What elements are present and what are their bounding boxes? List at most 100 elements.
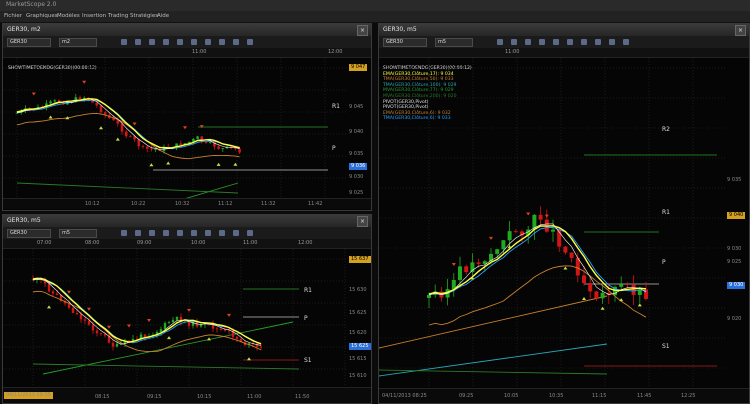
crosshair-icon[interactable] <box>539 39 545 45</box>
candle-body <box>167 322 171 323</box>
menu-fichier[interactable]: Fichier <box>4 13 22 19</box>
menu-strategies[interactable]: Stratégies <box>130 13 158 19</box>
candle-body <box>563 246 568 253</box>
zoom-out-icon[interactable] <box>135 39 141 45</box>
time-label: 12:00 <box>328 49 343 55</box>
indicator-icon[interactable] <box>233 230 239 236</box>
menu-insertion[interactable]: Insertion <box>82 13 106 19</box>
text-icon[interactable] <box>219 39 225 45</box>
candle-body <box>458 266 462 280</box>
fib-icon[interactable] <box>205 230 211 236</box>
s1-label: S1 <box>662 343 670 350</box>
timeframe-select[interactable]: m2 <box>59 38 97 47</box>
up-arrow-icon <box>167 336 171 340</box>
chart-window-ger30-m5-left[interactable]: GER30, m5 × GER30 m5 07:00 08:00 09:00 1… <box>2 214 372 404</box>
candle-body <box>208 141 212 143</box>
symbol-select[interactable]: GER30 <box>383 38 427 47</box>
date-badge: 04/11/2013 09:35 <box>4 392 53 399</box>
chart-window-ger30-m2[interactable]: GER30, m2 × GER30 m2 11:00 12:00 SHOWTIM… <box>2 23 372 211</box>
candle-body <box>507 231 512 241</box>
mva-200-line <box>379 369 608 375</box>
zoom-in-icon[interactable] <box>121 230 127 236</box>
fib-icon[interactable] <box>581 39 587 45</box>
zoom-in-icon[interactable] <box>121 39 127 45</box>
trend-line <box>379 295 608 349</box>
down-arrow-icon <box>132 122 137 126</box>
close-icon[interactable]: × <box>735 25 746 36</box>
down-arrow-icon <box>127 324 131 328</box>
candle-body <box>495 249 500 254</box>
cursor-icon[interactable] <box>149 39 155 45</box>
s1-label: S1 <box>304 357 312 364</box>
settings-icon[interactable] <box>247 39 253 45</box>
menu-modeles[interactable]: Modèles <box>57 13 80 19</box>
r1-label: R1 <box>304 287 312 294</box>
candle-body <box>120 123 124 132</box>
menu-trading[interactable]: Trading <box>108 13 128 19</box>
symbol-select[interactable]: GER30 <box>7 38 51 47</box>
chart-window-ger30-m5-right[interactable]: GER30, m5 × GER30 m5 11:00 SHOWTIMETOEND… <box>378 23 750 404</box>
mva-200-line <box>32 363 300 370</box>
x-tick-label: 11:42 <box>308 201 323 207</box>
indicator-icon[interactable] <box>609 39 615 45</box>
price-chart[interactable] <box>3 249 371 385</box>
close-icon[interactable]: × <box>357 25 368 36</box>
settings-icon[interactable] <box>247 230 253 236</box>
up-arrow-icon <box>149 163 154 167</box>
x-axis: 04/11/2013 08:25 09:25 10:05 10:35 11:15… <box>379 388 749 403</box>
hline-icon[interactable] <box>191 230 197 236</box>
zoom-out-icon[interactable] <box>135 230 141 236</box>
candle-body <box>143 334 147 338</box>
line-icon[interactable] <box>553 39 559 45</box>
indicator-icon[interactable] <box>233 39 239 45</box>
crosshair-icon[interactable] <box>163 39 169 45</box>
line-icon[interactable] <box>177 39 183 45</box>
down-arrow-icon <box>187 308 191 312</box>
pivot-label: P <box>304 315 308 322</box>
line-icon[interactable] <box>177 230 183 236</box>
up-arrow-icon <box>115 137 120 141</box>
settings-icon[interactable] <box>623 39 629 45</box>
candle-body <box>145 146 149 149</box>
hline-icon[interactable] <box>567 39 573 45</box>
candle-body <box>187 321 191 326</box>
menu-bar: Fichier Graphiques Modèles Insertion Tra… <box>0 11 750 23</box>
candle-body <box>464 266 469 273</box>
time-label: 11:00 <box>192 49 207 55</box>
candle-body <box>115 343 119 347</box>
candle-body <box>427 294 431 298</box>
cursor-icon[interactable] <box>149 230 155 236</box>
price-tick-label: 9 035 <box>727 177 742 183</box>
candle-body <box>47 283 51 292</box>
text-icon[interactable] <box>219 230 225 236</box>
candle-body <box>91 324 95 331</box>
timeframe-select[interactable]: m5 <box>435 38 473 47</box>
crosshair-icon[interactable] <box>163 230 169 236</box>
price-chart[interactable] <box>3 58 371 198</box>
close-icon[interactable]: × <box>357 216 368 227</box>
cursor-icon[interactable] <box>525 39 531 45</box>
candle-body <box>87 320 91 325</box>
price-tick-label: 15 630 <box>349 287 367 293</box>
down-arrow-icon <box>147 318 151 322</box>
bid-price-tag: 9 030 <box>727 282 746 289</box>
x-tick-label: 11:45 <box>637 393 652 399</box>
hline-icon[interactable] <box>191 39 197 45</box>
candle-body <box>154 149 157 150</box>
up-arrow-icon <box>247 357 251 361</box>
symbol-select[interactable]: GER30 <box>7 229 51 238</box>
timeframe-select[interactable]: m5 <box>59 229 97 238</box>
candle-body <box>513 231 518 232</box>
text-icon[interactable] <box>595 39 601 45</box>
fib-icon[interactable] <box>205 39 211 45</box>
menu-aide[interactable]: Aide <box>157 13 169 19</box>
x-tick-label: 10:15 <box>197 394 212 400</box>
price-chart[interactable] <box>379 58 749 388</box>
candle-body <box>111 342 115 347</box>
menu-graphiques[interactable]: Graphiques <box>26 13 58 19</box>
zoom-out-icon[interactable] <box>511 39 517 45</box>
date-label: 04/11/2013 08:25 <box>382 393 427 399</box>
candle-body <box>600 292 605 299</box>
zoom-in-icon[interactable] <box>497 39 503 45</box>
down-arrow-icon <box>82 80 87 84</box>
